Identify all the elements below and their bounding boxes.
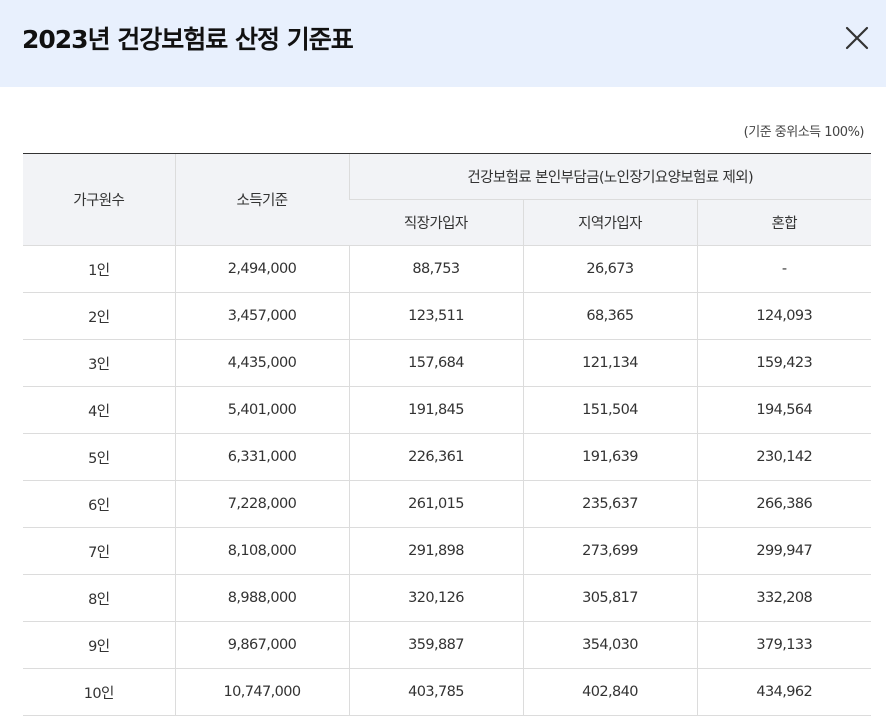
cell-employee: 359,887 bbox=[348, 621, 523, 669]
cell-employee: 88,753 bbox=[348, 245, 523, 293]
cell-employee: 261,015 bbox=[348, 480, 523, 528]
cell-income: 8,108,000 bbox=[174, 527, 349, 575]
cell-regional: 305,817 bbox=[522, 574, 697, 622]
cell-mixed: 194,564 bbox=[696, 386, 871, 434]
cell-household: 10인 bbox=[23, 668, 175, 716]
cell-household: 3인 bbox=[23, 339, 175, 387]
cell-regional: 26,673 bbox=[522, 245, 697, 293]
cell-household: 9인 bbox=[23, 621, 175, 669]
cell-employee: 191,845 bbox=[348, 386, 523, 434]
cell-mixed: 159,423 bbox=[696, 339, 871, 387]
close-button[interactable] bbox=[841, 22, 873, 54]
table-row: 2인 3,457,000 123,511 68,365 124,093 bbox=[23, 292, 871, 340]
header-mixed: 혼합 bbox=[696, 199, 871, 246]
table-body: 1인 2,494,000 88,753 26,673-2인 3,457,000 123,5… bbox=[23, 245, 871, 716]
cell-income: 6,331,000 bbox=[174, 433, 349, 481]
table-row: 9인 9,867,000 359,887 354,030 379,133 bbox=[23, 621, 871, 669]
table-row: 5인 6,331,000 226,361 191,639 230,142 bbox=[23, 433, 871, 481]
cell-income: 7,228,000 bbox=[174, 480, 349, 528]
cell-income: 4,435,000 bbox=[174, 339, 349, 387]
cell-mixed: 379,133 bbox=[696, 621, 871, 669]
cell-regional: 191,639 bbox=[522, 433, 697, 481]
cell-household: 1인 bbox=[23, 245, 175, 293]
cell-regional: 402,840 bbox=[522, 668, 697, 716]
table-header: 가구원수 소득기준 건강보험료 본인부담금(노인장기요양보험료 제외) 직장가입… bbox=[23, 153, 871, 246]
table-row: 10인 10,747,000 403,785 402,840 434,962 bbox=[23, 668, 871, 716]
cell-household: 4인 bbox=[23, 386, 175, 434]
header-regional: 지역가입자 bbox=[522, 199, 697, 246]
header-employee: 직장가입자 bbox=[349, 199, 523, 246]
cell-mixed: 299,947 bbox=[696, 527, 871, 575]
dialog-title: 2023년 건강보험료 산정 기준표 bbox=[22, 25, 354, 54]
cell-income: 9,867,000 bbox=[174, 621, 349, 669]
table-row: 8인 8,988,000 320,126 305,817 332,208 bbox=[23, 574, 871, 622]
table-row: 1인 2,494,000 88,753 26,673- bbox=[23, 245, 871, 293]
close-icon bbox=[845, 26, 869, 50]
header-household: 가구원수 bbox=[23, 153, 175, 246]
cell-employee: 403,785 bbox=[348, 668, 523, 716]
cell-mixed: 434,962 bbox=[696, 668, 871, 716]
cell-employee: 320,126 bbox=[348, 574, 523, 622]
cell-regional: 354,030 bbox=[522, 621, 697, 669]
cell-employee: 226,361 bbox=[348, 433, 523, 481]
cell-employee: 291,898 bbox=[348, 527, 523, 575]
cell-income: 10,747,000 bbox=[174, 668, 349, 716]
cell-regional: 235,637 bbox=[522, 480, 697, 528]
cell-mixed: 124,093 bbox=[696, 292, 871, 340]
cell-income: 2,494,000 bbox=[174, 245, 349, 293]
premium-criteria-dialog: 2023년 건강보험료 산정 기준표 (기준 중위소득 100%) 가구원수 소… bbox=[0, 0, 886, 722]
cell-regional: 151,504 bbox=[522, 386, 697, 434]
cell-regional: 273,699 bbox=[522, 527, 697, 575]
cell-income: 3,457,000 bbox=[174, 292, 349, 340]
table-row: 3인 4,435,000 157,684 121,134 159,423 bbox=[23, 339, 871, 387]
table-caption: (기준 중위소득 100%) bbox=[743, 125, 865, 140]
cell-mixed: 266,386 bbox=[696, 480, 871, 528]
cell-household: 8인 bbox=[23, 574, 175, 622]
cell-income: 5,401,000 bbox=[174, 386, 349, 434]
table-row: 6인 7,228,000 261,015 235,637 266,386 bbox=[23, 480, 871, 528]
dialog-header: 2023년 건강보험료 산정 기준표 bbox=[0, 0, 886, 87]
cell-household: 5인 bbox=[23, 433, 175, 481]
cell-employee: 123,511 bbox=[348, 292, 523, 340]
cell-household: 2인 bbox=[23, 292, 175, 340]
cell-mixed: 332,208 bbox=[696, 574, 871, 622]
table-row: 4인 5,401,000 191,845 151,504 194,564 bbox=[23, 386, 871, 434]
header-premium-group: 건강보험료 본인부담금(노인장기요양보험료 제외) bbox=[348, 153, 871, 200]
cell-employee: 157,684 bbox=[348, 339, 523, 387]
cell-income: 8,988,000 bbox=[174, 574, 349, 622]
header-income: 소득기준 bbox=[174, 153, 349, 246]
cell-mixed: - bbox=[696, 245, 871, 293]
cell-household: 6인 bbox=[23, 480, 175, 528]
cell-regional: 68,365 bbox=[522, 292, 697, 340]
cell-household: 7인 bbox=[23, 527, 175, 575]
table-row: 7인 8,108,000 291,898 273,699 299,947 bbox=[23, 527, 871, 575]
cell-mixed: 230,142 bbox=[696, 433, 871, 481]
premium-table: 가구원수 소득기준 건강보험료 본인부담금(노인장기요양보험료 제외) 직장가입… bbox=[23, 153, 871, 716]
cell-regional: 121,134 bbox=[522, 339, 697, 387]
